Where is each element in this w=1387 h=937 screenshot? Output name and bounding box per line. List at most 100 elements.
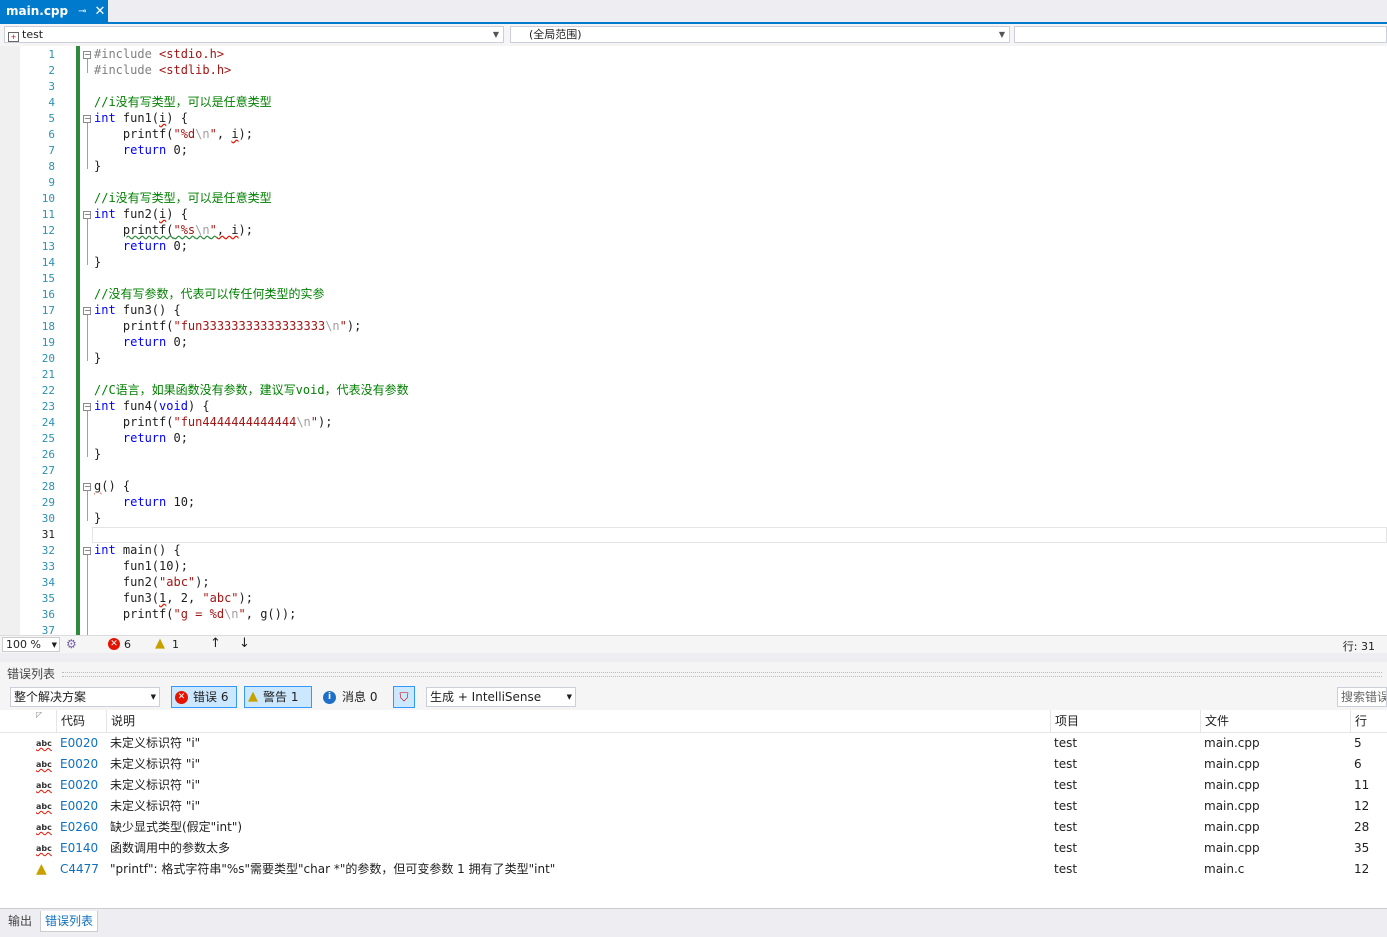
collapse-icon[interactable]: − bbox=[83, 211, 91, 219]
error-project: test bbox=[1054, 736, 1078, 750]
error-line: 11 bbox=[1354, 778, 1370, 792]
code-line-6: printf("%d\n", i); bbox=[94, 127, 253, 141]
line-number: 36 bbox=[41, 608, 55, 621]
panel-grip[interactable] bbox=[62, 672, 1382, 677]
tab-main-cpp[interactable]: main.cpp ⊸ ✕ bbox=[0, 0, 108, 22]
error-code[interactable]: C4477 bbox=[60, 859, 99, 880]
collapse-icon[interactable]: − bbox=[83, 547, 91, 555]
arrow-up-icon[interactable]: ↑ bbox=[210, 636, 221, 651]
warnings-filter-button[interactable]: ▲ 警告 1 bbox=[244, 686, 312, 708]
error-project: test bbox=[1054, 799, 1078, 813]
line-number: 16 bbox=[41, 288, 55, 301]
tab-error-list[interactable]: 错误列表 bbox=[40, 911, 99, 932]
errors-filter-label: 错误 6 bbox=[193, 690, 229, 704]
code-line-8: } bbox=[94, 159, 102, 173]
code-line-11: int fun2(i) { bbox=[94, 207, 188, 221]
intellisense-error-icon: abc bbox=[36, 760, 52, 769]
table-row[interactable]: abc E0260 缺少显式类型(假定"int") test main.cpp 28 bbox=[0, 817, 1387, 838]
warning-icon: ▲ bbox=[248, 689, 258, 704]
search-input[interactable]: 搜索错误 bbox=[1337, 687, 1387, 707]
splitter[interactable] bbox=[0, 653, 1387, 662]
error-description: 函数调用中的参数太多 bbox=[110, 841, 231, 855]
chevron-down-icon: ▼ bbox=[998, 30, 1005, 39]
line-number: 4 bbox=[48, 96, 55, 109]
error-code[interactable]: E0020 bbox=[60, 796, 98, 817]
zoom-dropdown[interactable]: 100 % ▼ bbox=[2, 637, 60, 652]
error-line: 12 bbox=[1354, 799, 1370, 813]
health-icon[interactable]: ⚙ bbox=[66, 637, 77, 651]
line-number: 34 bbox=[41, 576, 55, 589]
collapse-icon[interactable]: − bbox=[83, 307, 91, 315]
code-line-34: fun2("abc"); bbox=[94, 575, 210, 589]
warning-icon: ▲ bbox=[36, 861, 47, 877]
table-row[interactable]: abc E0020 未定义标识符 "i" test main.cpp 11 bbox=[0, 775, 1387, 796]
error-code[interactable]: E0140 bbox=[60, 838, 98, 859]
errors-filter-button[interactable]: ✕ 错误 6 bbox=[171, 686, 237, 708]
warning-count: 1 bbox=[172, 638, 179, 651]
error-icon[interactable]: ✕ bbox=[108, 638, 120, 650]
code-line-1: #include <stdio.h> bbox=[94, 47, 225, 61]
header-description[interactable]: 说明 bbox=[106, 710, 1050, 732]
messages-filter-button[interactable]: i 消息 0 bbox=[320, 686, 384, 708]
collapse-icon[interactable]: − bbox=[83, 51, 91, 59]
panel-title: 错误列表 bbox=[7, 667, 56, 681]
arrow-down-icon[interactable]: ↓ bbox=[239, 636, 250, 651]
chevron-down-icon: ▼ bbox=[492, 30, 499, 39]
filter-icon: ⛉ bbox=[399, 690, 409, 704]
line-number: 23 bbox=[41, 400, 55, 413]
sort-indicator[interactable]: ◸ bbox=[32, 710, 56, 732]
header-file[interactable]: 文件 bbox=[1200, 710, 1350, 732]
collapse-icon[interactable]: − bbox=[83, 403, 91, 411]
member-dropdown[interactable] bbox=[1014, 26, 1387, 43]
table-row[interactable]: abc E0140 函数调用中的参数太多 test main.cpp 35 bbox=[0, 838, 1387, 859]
line-number: 3 bbox=[48, 80, 55, 93]
table-row[interactable]: abc E0020 未定义标识符 "i" test main.cpp 12 bbox=[0, 796, 1387, 817]
code-line-24: printf("fun4444444444444\n"); bbox=[94, 415, 333, 429]
line-number: 14 bbox=[41, 256, 55, 269]
line-number: 31 bbox=[41, 528, 55, 541]
collapse-icon[interactable]: − bbox=[83, 115, 91, 123]
tab-output[interactable]: 输出 bbox=[4, 911, 36, 931]
build-filter-dropdown[interactable]: 生成 + IntelliSense ▼ bbox=[426, 687, 576, 707]
warning-icon[interactable]: ▲ bbox=[155, 636, 165, 651]
line-number: 12 bbox=[41, 224, 55, 237]
collapse-icon[interactable]: − bbox=[83, 483, 91, 491]
scope-filter-dropdown[interactable]: 整个解决方案 ▼ bbox=[10, 687, 160, 707]
error-file: main.cpp bbox=[1204, 736, 1260, 750]
error-code[interactable]: E0020 bbox=[60, 733, 98, 754]
intellisense-error-icon: abc bbox=[36, 802, 52, 811]
line-number: 29 bbox=[41, 496, 55, 509]
header-project[interactable]: 项目 bbox=[1050, 710, 1200, 732]
header-code[interactable]: 代码 bbox=[56, 710, 106, 732]
error-code[interactable]: E0020 bbox=[60, 775, 98, 796]
line-number: 1 bbox=[48, 48, 55, 61]
pin-icon[interactable]: ⊸ bbox=[78, 6, 86, 17]
change-tracking-bar bbox=[76, 46, 80, 635]
header-line[interactable]: 行 bbox=[1350, 710, 1387, 732]
close-icon[interactable]: ✕ bbox=[95, 4, 106, 19]
error-line: 28 bbox=[1354, 820, 1370, 834]
error-code[interactable]: E0020 bbox=[60, 754, 98, 775]
scope-dropdown[interactable]: (全局范围) ▼ bbox=[510, 26, 1010, 43]
table-row[interactable]: abc E0020 未定义标识符 "i" test main.cpp 6 bbox=[0, 754, 1387, 775]
filter-button[interactable]: ⛉ bbox=[393, 686, 415, 708]
line-number: 17 bbox=[41, 304, 55, 317]
table-row[interactable]: ▲ C4477 "printf": 格式字符串"%s"需要类型"char *"的参数… bbox=[0, 859, 1387, 880]
cursor-position: 行: 31 bbox=[1342, 640, 1375, 653]
error-line: 35 bbox=[1354, 841, 1370, 855]
error-file: main.c bbox=[1204, 862, 1245, 876]
line-number: 13 bbox=[41, 240, 55, 253]
error-line: 5 bbox=[1354, 736, 1362, 750]
code-editor[interactable]: 1 2 3 4 5 6 7 8 9 10 11 12 13 14 15 16 17 18 19 20 21 22 23 24 2… bbox=[0, 46, 1387, 635]
error-project: test bbox=[1054, 820, 1078, 834]
project-dropdown[interactable]: + test ▼ bbox=[4, 26, 504, 43]
tab-title: main.cpp bbox=[6, 4, 69, 18]
line-number: 32 bbox=[41, 544, 55, 557]
error-code[interactable]: E0260 bbox=[60, 817, 98, 838]
code-line-7: return 0; bbox=[94, 143, 188, 157]
indicator-margin bbox=[0, 46, 20, 635]
code-line-28: g() { bbox=[94, 479, 131, 493]
table-row[interactable]: abc E0020 未定义标识符 "i" test main.cpp 5 bbox=[0, 733, 1387, 754]
error-file: main.cpp bbox=[1204, 820, 1260, 834]
line-number: 11 bbox=[41, 208, 55, 221]
